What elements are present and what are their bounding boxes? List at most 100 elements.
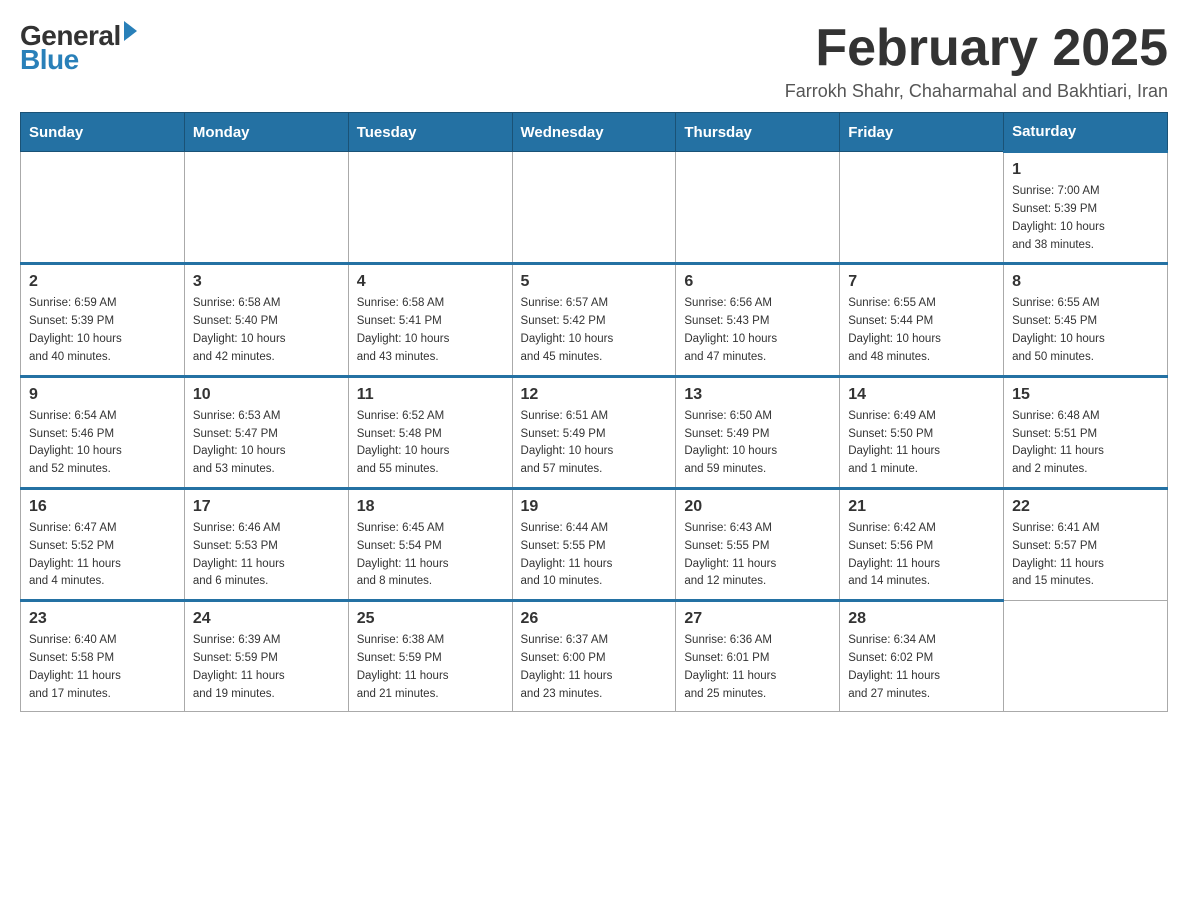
calendar-header-tuesday: Tuesday [348, 113, 512, 152]
day-info: Sunrise: 6:52 AM Sunset: 5:48 PM Dayligh… [357, 408, 504, 479]
calendar-header-saturday: Saturday [1004, 113, 1168, 152]
day-number: 14 [848, 386, 995, 404]
day-info: Sunrise: 6:36 AM Sunset: 6:01 PM Dayligh… [684, 632, 831, 703]
day-number: 21 [848, 498, 995, 516]
day-number: 7 [848, 273, 995, 291]
day-info: Sunrise: 6:58 AM Sunset: 5:41 PM Dayligh… [357, 295, 504, 366]
table-row: 14 Sunrise: 6:49 AM Sunset: 5:50 PM Dayli… [840, 376, 1004, 488]
day-number: 1 [1012, 161, 1159, 179]
page-header: General Blue February 2025 Farrokh Shahr… [20, 20, 1168, 102]
table-row [840, 152, 1004, 264]
day-info: Sunrise: 6:47 AM Sunset: 5:52 PM Dayligh… [29, 520, 176, 591]
table-row: 24 Sunrise: 6:39 AM Sunset: 5:59 PM Dayli… [184, 601, 348, 712]
table-row [348, 152, 512, 264]
day-number: 19 [521, 498, 668, 516]
table-row: 12 Sunrise: 6:51 AM Sunset: 5:49 PM Dayli… [512, 376, 676, 488]
calendar-week-row: 23 Sunrise: 6:40 AM Sunset: 5:58 PM Dayli… [21, 601, 1168, 712]
day-number: 22 [1012, 498, 1159, 516]
table-row: 21 Sunrise: 6:42 AM Sunset: 5:56 PM Dayli… [840, 488, 1004, 600]
day-info: Sunrise: 6:55 AM Sunset: 5:45 PM Dayligh… [1012, 295, 1159, 366]
calendar-header-sunday: Sunday [21, 113, 185, 152]
day-number: 16 [29, 498, 176, 516]
day-number: 3 [193, 273, 340, 291]
calendar-week-row: 2 Sunrise: 6:59 AM Sunset: 5:39 PM Daylig… [21, 264, 1168, 376]
table-row: 16 Sunrise: 6:47 AM Sunset: 5:52 PM Dayli… [21, 488, 185, 600]
day-info: Sunrise: 6:45 AM Sunset: 5:54 PM Dayligh… [357, 520, 504, 591]
day-number: 23 [29, 610, 176, 628]
day-info: Sunrise: 6:44 AM Sunset: 5:55 PM Dayligh… [521, 520, 668, 591]
table-row: 17 Sunrise: 6:46 AM Sunset: 5:53 PM Dayli… [184, 488, 348, 600]
calendar-header-row: SundayMondayTuesdayWednesdayThursdayFrid… [21, 113, 1168, 152]
table-row: 5 Sunrise: 6:57 AM Sunset: 5:42 PM Daylig… [512, 264, 676, 376]
table-row [676, 152, 840, 264]
month-title: February 2025 [785, 20, 1168, 77]
logo-arrow-icon [124, 21, 137, 41]
day-info: Sunrise: 6:34 AM Sunset: 6:02 PM Dayligh… [848, 632, 995, 703]
calendar-week-row: 9Sunrise: 6:54 AM Sunset: 5:46 PM Daylig… [21, 376, 1168, 488]
day-number: 15 [1012, 386, 1159, 404]
logo: General Blue [20, 20, 137, 76]
table-row: 22 Sunrise: 6:41 AM Sunset: 5:57 PM Dayli… [1004, 488, 1168, 600]
day-number: 2 [29, 273, 176, 291]
day-info: Sunrise: 6:51 AM Sunset: 5:49 PM Dayligh… [521, 408, 668, 479]
table-row [512, 152, 676, 264]
day-info: Sunrise: 6:41 AM Sunset: 5:57 PM Dayligh… [1012, 520, 1159, 591]
day-info: Sunrise: 6:40 AM Sunset: 5:58 PM Dayligh… [29, 632, 176, 703]
title-section: February 2025 Farrokh Shahr, Chaharmahal… [785, 20, 1168, 102]
table-row: 10Sunrise: 6:53 AM Sunset: 5:47 PM Dayli… [184, 376, 348, 488]
day-info: Sunrise: 6:59 AM Sunset: 5:39 PM Dayligh… [29, 295, 176, 366]
day-info: Sunrise: 6:42 AM Sunset: 5:56 PM Dayligh… [848, 520, 995, 591]
logo-blue-text: Blue [20, 44, 79, 76]
table-row: 15 Sunrise: 6:48 AM Sunset: 5:51 PM Dayli… [1004, 376, 1168, 488]
day-number: 20 [684, 498, 831, 516]
calendar-header-wednesday: Wednesday [512, 113, 676, 152]
calendar-table: SundayMondayTuesdayWednesdayThursdayFrid… [20, 112, 1168, 712]
day-info: Sunrise: 6:43 AM Sunset: 5:55 PM Dayligh… [684, 520, 831, 591]
table-row: 18 Sunrise: 6:45 AM Sunset: 5:54 PM Dayli… [348, 488, 512, 600]
table-row [184, 152, 348, 264]
calendar-week-row: 1 Sunrise: 7:00 AM Sunset: 5:39 PM Daylig… [21, 152, 1168, 264]
table-row: 9Sunrise: 6:54 AM Sunset: 5:46 PM Daylig… [21, 376, 185, 488]
table-row: 19 Sunrise: 6:44 AM Sunset: 5:55 PM Dayli… [512, 488, 676, 600]
day-info: Sunrise: 6:46 AM Sunset: 5:53 PM Dayligh… [193, 520, 340, 591]
day-number: 28 [848, 610, 995, 628]
day-info: Sunrise: 7:00 AM Sunset: 5:39 PM Dayligh… [1012, 183, 1159, 254]
day-number: 27 [684, 610, 831, 628]
day-number: 12 [521, 386, 668, 404]
day-info: Sunrise: 6:48 AM Sunset: 5:51 PM Dayligh… [1012, 408, 1159, 479]
day-info: Sunrise: 6:57 AM Sunset: 5:42 PM Dayligh… [521, 295, 668, 366]
day-number: 18 [357, 498, 504, 516]
table-row [1004, 601, 1168, 712]
calendar-header-friday: Friday [840, 113, 1004, 152]
day-info: Sunrise: 6:37 AM Sunset: 6:00 PM Dayligh… [521, 632, 668, 703]
day-info: Sunrise: 6:38 AM Sunset: 5:59 PM Dayligh… [357, 632, 504, 703]
day-info: Sunrise: 6:39 AM Sunset: 5:59 PM Dayligh… [193, 632, 340, 703]
table-row: 23 Sunrise: 6:40 AM Sunset: 5:58 PM Dayli… [21, 601, 185, 712]
calendar-header-monday: Monday [184, 113, 348, 152]
table-row: 7 Sunrise: 6:55 AM Sunset: 5:44 PM Daylig… [840, 264, 1004, 376]
day-info: Sunrise: 6:55 AM Sunset: 5:44 PM Dayligh… [848, 295, 995, 366]
table-row: 1 Sunrise: 7:00 AM Sunset: 5:39 PM Daylig… [1004, 152, 1168, 264]
day-number: 25 [357, 610, 504, 628]
day-number: 13 [684, 386, 831, 404]
table-row: 28 Sunrise: 6:34 AM Sunset: 6:02 PM Dayli… [840, 601, 1004, 712]
day-number: 26 [521, 610, 668, 628]
table-row: 6Sunrise: 6:56 AM Sunset: 5:43 PM Daylig… [676, 264, 840, 376]
table-row: 11Sunrise: 6:52 AM Sunset: 5:48 PM Dayli… [348, 376, 512, 488]
day-info: Sunrise: 6:58 AM Sunset: 5:40 PM Dayligh… [193, 295, 340, 366]
table-row: 4 Sunrise: 6:58 AM Sunset: 5:41 PM Daylig… [348, 264, 512, 376]
day-info: Sunrise: 6:49 AM Sunset: 5:50 PM Dayligh… [848, 408, 995, 479]
table-row: 2 Sunrise: 6:59 AM Sunset: 5:39 PM Daylig… [21, 264, 185, 376]
day-info: Sunrise: 6:56 AM Sunset: 5:43 PM Dayligh… [684, 295, 831, 366]
table-row: 20 Sunrise: 6:43 AM Sunset: 5:55 PM Dayli… [676, 488, 840, 600]
table-row: 27 Sunrise: 6:36 AM Sunset: 6:01 PM Dayli… [676, 601, 840, 712]
table-row: 8Sunrise: 6:55 AM Sunset: 5:45 PM Daylig… [1004, 264, 1168, 376]
day-number: 5 [521, 273, 668, 291]
day-number: 24 [193, 610, 340, 628]
table-row: 3 Sunrise: 6:58 AM Sunset: 5:40 PM Daylig… [184, 264, 348, 376]
day-number: 4 [357, 273, 504, 291]
table-row: 26 Sunrise: 6:37 AM Sunset: 6:00 PM Dayli… [512, 601, 676, 712]
day-number: 10 [193, 386, 340, 404]
day-info: Sunrise: 6:54 AM Sunset: 5:46 PM Dayligh… [29, 408, 176, 479]
day-number: 17 [193, 498, 340, 516]
